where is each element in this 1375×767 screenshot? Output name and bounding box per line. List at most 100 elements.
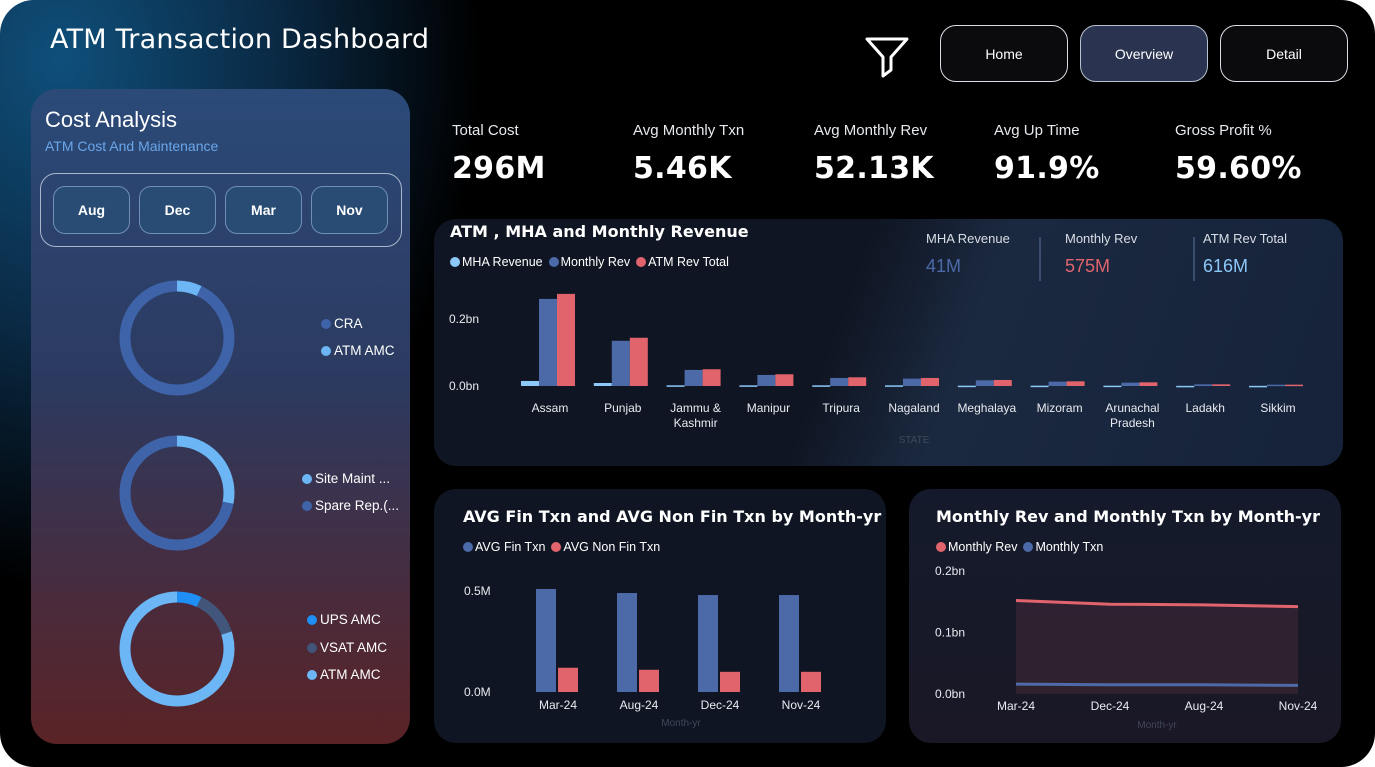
bar-monthly-rev[interactable] [611, 340, 630, 386]
bar-mha-revenue[interactable] [593, 382, 612, 386]
x-axis-title: Month-yr [1137, 720, 1177, 731]
bar-mha-revenue[interactable] [957, 385, 976, 388]
bar-atm-rev-total[interactable] [557, 293, 575, 386]
kpi-label: Total Cost [452, 122, 519, 139]
x-tick-label: Dec-24 [1091, 699, 1130, 713]
x-tick-label: Ladakh [1186, 401, 1225, 415]
kpi-value: 296M [452, 151, 546, 186]
revenue-by-state-chart: 0.2bn 0.0bn Assam Punjab Jammu & Kashmir Manip… [449, 293, 1303, 446]
kpi-value: 5.46K [633, 151, 732, 186]
bar-mha-revenue[interactable] [1176, 385, 1195, 388]
legend-dot [302, 500, 312, 511]
legend-label: CRA [334, 316, 363, 331]
cost-donut-chart-2 [119, 435, 235, 551]
legend-label: UPS AMC [320, 612, 381, 627]
bar-monthly-rev[interactable] [1121, 382, 1140, 386]
month-button-mar[interactable]: Mar [225, 186, 302, 234]
bar-monthly-rev[interactable] [1194, 384, 1213, 386]
nav-home-button[interactable]: Home [940, 25, 1068, 82]
kpi-value: 59.60% [1175, 151, 1302, 186]
nav-overview-button[interactable]: Overview [1080, 25, 1208, 82]
kpi-total-cost: Total Cost 296M [452, 122, 546, 186]
kpi-label: Gross Profit % [1175, 122, 1272, 139]
donut-slice [119, 280, 235, 396]
bar-monthly-rev[interactable] [757, 374, 776, 386]
bar-avg-fin-txn[interactable] [698, 595, 718, 692]
x-tick-label: Tripura [822, 401, 860, 415]
fin-txn-chart: 0.5M 0.0M Mar-24 Aug-24 Dec-24 Nov-24 Month-yr [464, 584, 821, 729]
rev-txn-chart: 0.0bn 0.1bn 0.2bn Mar-24 Dec-24 Aug-24 Nov-24 M… [935, 564, 1318, 731]
donut1-legend-atm-amc: ATM AMC [321, 343, 395, 358]
area-monthly-rev [1016, 600, 1298, 694]
x-tick-label: Sikkim [1260, 401, 1295, 415]
x-tick-label: Meghalaya [957, 401, 1016, 415]
legend-dot [307, 669, 317, 680]
legend-dot [321, 318, 331, 329]
legend-dot [307, 642, 317, 653]
dashboard-frame: ATM Transaction Dashboard Home Overview … [0, 0, 1375, 767]
month-button-nov[interactable]: Nov [311, 186, 388, 234]
y-tick-label: 0.0bn [449, 379, 479, 393]
bar-mha-revenue[interactable] [1030, 385, 1049, 388]
bar-monthly-rev[interactable] [684, 369, 703, 386]
x-tick-label: Dec-24 [701, 698, 740, 712]
bar-atm-rev-total[interactable] [702, 369, 721, 386]
filter-icon[interactable] [864, 36, 910, 78]
legend-label: Site Maint ... [315, 471, 391, 486]
bar-atm-rev-total[interactable] [848, 377, 867, 386]
month-slicer: Aug Dec Mar Nov [40, 173, 402, 247]
y-tick-label: 0.2bn [935, 564, 965, 578]
bar-atm-rev-total[interactable] [775, 374, 794, 386]
bar-avg-non-fin-txn[interactable] [801, 671, 821, 692]
bar-monthly-rev[interactable] [903, 378, 921, 386]
bar-mha-revenue[interactable] [1103, 385, 1122, 388]
bar-atm-rev-total[interactable] [629, 337, 648, 386]
bar-atm-rev-total[interactable] [1285, 384, 1303, 387]
legend-dot [302, 473, 312, 484]
bar-avg-fin-txn[interactable] [779, 595, 799, 692]
nav-detail-button[interactable]: Detail [1220, 25, 1348, 82]
donut-ring [119, 435, 235, 551]
bar-atm-rev-total[interactable] [1212, 384, 1231, 386]
bar-monthly-rev[interactable] [830, 377, 849, 386]
donut3-legend-ups-amc: UPS AMC [307, 612, 381, 627]
bar-avg-fin-txn[interactable] [617, 593, 637, 692]
bar-avg-non-fin-txn[interactable] [720, 671, 740, 692]
rev-txn-card: Monthly Rev and Monthly Txn by Month-yr … [909, 489, 1341, 743]
bar-avg-non-fin-txn[interactable] [639, 669, 659, 692]
x-tick-label: Assam [532, 401, 569, 415]
legend-dot [307, 614, 317, 625]
x-tick-label: Nov-24 [1279, 699, 1318, 713]
month-button-dec[interactable]: Dec [139, 186, 216, 234]
bar-mha-revenue[interactable] [885, 385, 903, 387]
page-title: ATM Transaction Dashboard [50, 24, 430, 55]
bar-mha-revenue[interactable] [521, 380, 539, 386]
legend-label: VSAT AMC [320, 640, 388, 655]
x-tick-label: Jammu & Kashmir [670, 401, 721, 430]
bar-mha-revenue[interactable] [739, 385, 758, 387]
y-tick-label: 0.0M [464, 685, 491, 699]
cost-analysis-subtitle: ATM Cost And Maintenance [45, 138, 219, 154]
bar-avg-fin-txn[interactable] [536, 588, 556, 692]
bar-atm-rev-total[interactable] [993, 379, 1012, 386]
bar-atm-rev-total[interactable] [921, 377, 939, 386]
bar-avg-non-fin-txn[interactable] [558, 667, 578, 692]
kpi-avg-up-time: Avg Up Time 91.9% [994, 122, 1100, 186]
line-monthly-txn[interactable] [1015, 682, 1299, 687]
bar-atm-rev-total[interactable] [1066, 381, 1085, 386]
cost-donut-chart-3 [119, 591, 235, 707]
bar-monthly-rev[interactable] [539, 298, 557, 386]
month-button-aug[interactable]: Aug [53, 186, 130, 234]
y-tick-label: 0.2bn [449, 312, 479, 326]
kpi-gross-profit: Gross Profit % 59.60% [1175, 122, 1302, 186]
bar-mha-revenue[interactable] [666, 385, 685, 387]
donut1-legend-cra: CRA [321, 316, 363, 331]
bar-monthly-rev[interactable] [1048, 381, 1067, 386]
cost-donut-chart-1 [119, 280, 235, 396]
bar-mha-revenue[interactable] [1249, 385, 1267, 388]
bar-atm-rev-total[interactable] [1139, 382, 1158, 386]
bar-monthly-rev[interactable] [975, 380, 994, 386]
bar-monthly-rev[interactable] [1267, 384, 1285, 387]
legend-label: ATM AMC [320, 667, 381, 682]
bar-mha-revenue[interactable] [812, 385, 831, 387]
